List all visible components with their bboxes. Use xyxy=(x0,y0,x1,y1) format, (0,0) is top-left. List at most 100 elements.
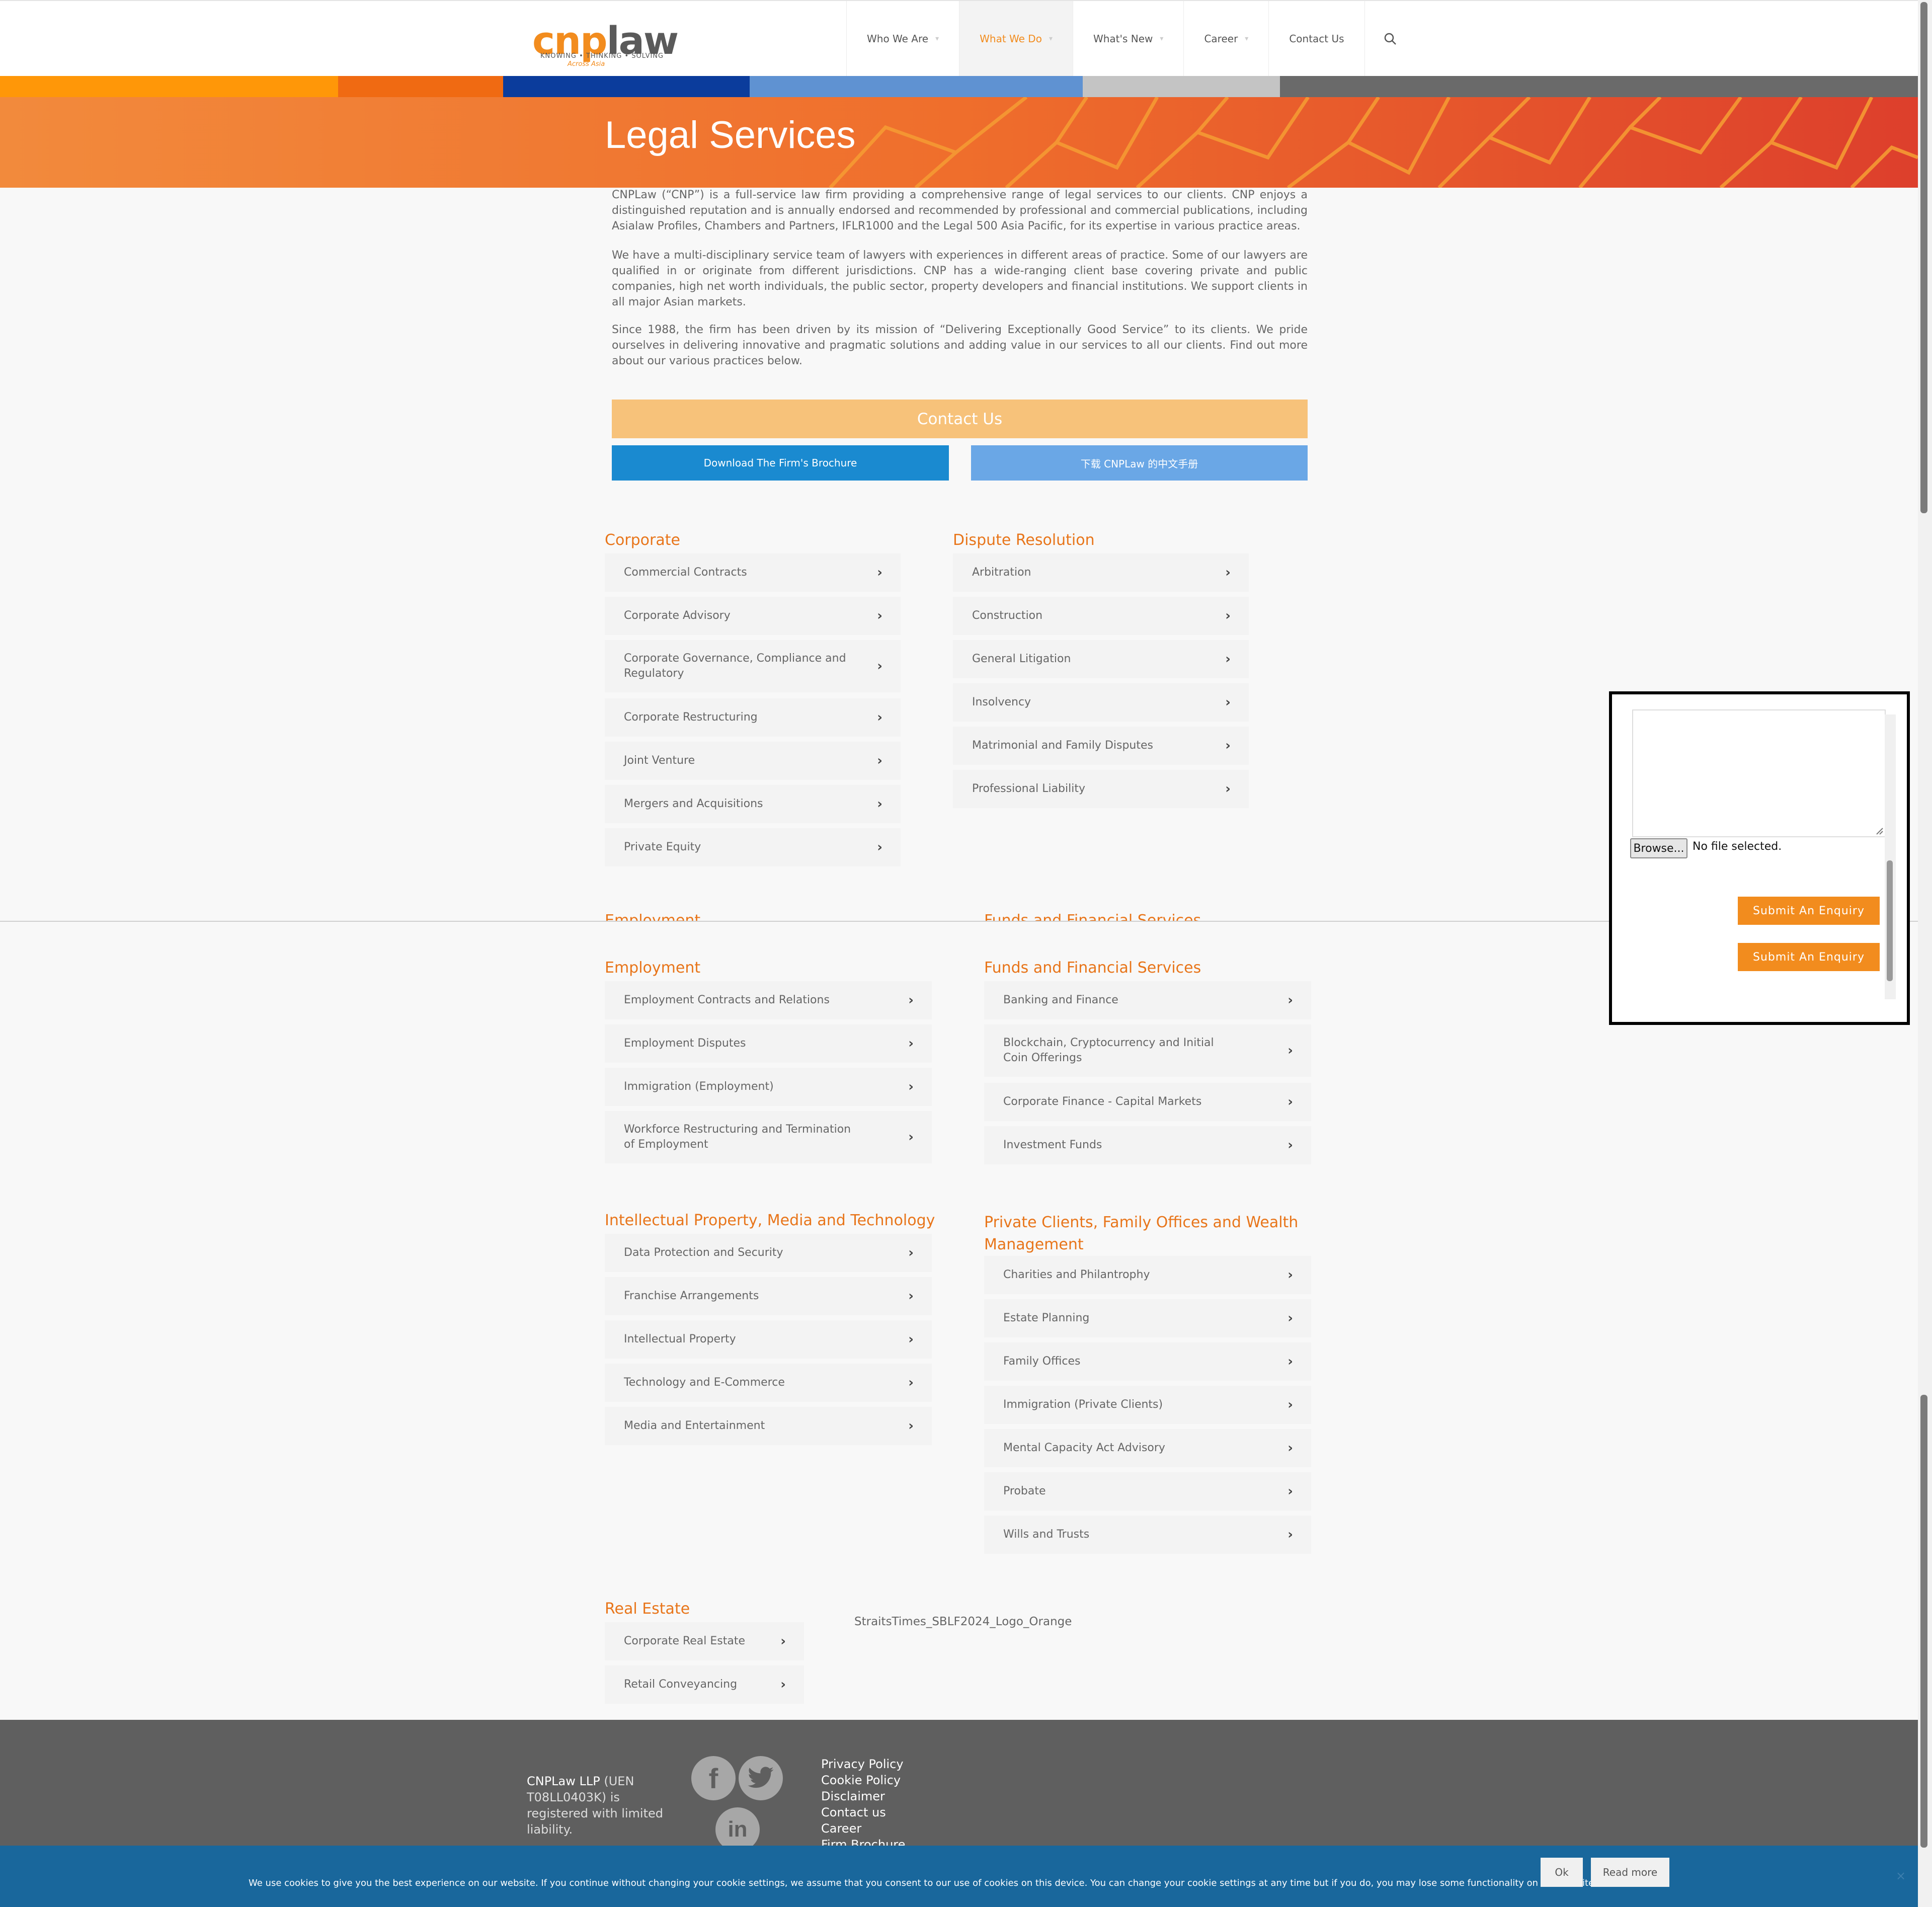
submit-enquiry-button-duplicate[interactable]: Submit An Enquiry xyxy=(1738,943,1880,971)
section-title-funds: Funds and Financial Services xyxy=(984,959,1201,977)
chevron-right-icon: › xyxy=(877,608,882,623)
linkedin-icon[interactable]: in xyxy=(715,1807,760,1852)
practice-item[interactable]: Workforce Restructuring and Termination … xyxy=(605,1111,932,1163)
practice-label: Wills and Trusts xyxy=(1003,1528,1090,1541)
practice-item[interactable]: Corporate Finance - Capital Markets › xyxy=(984,1083,1311,1121)
main-nav: Who We Are ▾ What We Do ▾ What's New ▾ Care… xyxy=(846,1,1415,76)
popup-scrollbar-thumb[interactable] xyxy=(1887,860,1893,981)
practice-item[interactable]: Banking and Finance › xyxy=(984,981,1311,1019)
color-stripe-4 xyxy=(750,76,1083,97)
practice-item[interactable]: Data Protection and Security › xyxy=(605,1234,932,1272)
chevron-right-icon: › xyxy=(908,1036,914,1051)
practice-item[interactable]: Joint Venture › xyxy=(605,742,901,780)
nav-career[interactable]: Career ▾ xyxy=(1183,1,1268,76)
page-scrollbar-thumb-upper[interactable] xyxy=(1920,2,1927,513)
intro-paragraph-2: We have a multi-disciplinary service tea… xyxy=(612,249,1308,308)
page-scrollbar-thumb-lower[interactable] xyxy=(1920,1395,1927,1848)
practice-item[interactable]: Media and Entertainment › xyxy=(605,1407,932,1445)
practice-item[interactable]: Commercial Contracts › xyxy=(605,553,901,592)
practice-item[interactable]: Family Offices › xyxy=(984,1342,1311,1381)
search-button[interactable] xyxy=(1364,1,1415,76)
cookie-read-more-button[interactable]: Read more xyxy=(1591,1858,1669,1887)
ghost-title-funds: Funds and Financial Services xyxy=(984,912,1201,921)
practice-item[interactable]: Franchise Arrangements › xyxy=(605,1277,932,1315)
chevron-right-icon: › xyxy=(877,565,882,580)
practice-item[interactable]: Immigration (Employment) › xyxy=(605,1068,932,1106)
practice-item[interactable]: Blockchain, Cryptocurrency and Initial C… xyxy=(984,1024,1311,1077)
footer-link-contact-us[interactable]: Contact us xyxy=(821,1804,905,1820)
close-icon[interactable]: × xyxy=(1896,1869,1906,1883)
practice-item[interactable]: Intellectual Property › xyxy=(605,1320,932,1359)
practice-item[interactable]: Professional Liability › xyxy=(953,770,1249,808)
twitter-icon[interactable] xyxy=(739,1756,783,1800)
practice-item[interactable]: Mergers and Acquisitions › xyxy=(605,785,901,823)
nav-label: Contact Us xyxy=(1289,33,1344,45)
color-stripe-2 xyxy=(338,76,503,97)
practice-item[interactable]: Charities and Philantrophy › xyxy=(984,1256,1311,1294)
practice-item[interactable]: Employment Disputes › xyxy=(605,1024,932,1063)
submit-enquiry-button[interactable]: Submit An Enquiry xyxy=(1738,897,1880,925)
download-brochure-button[interactable]: Download The Firm's Brochure xyxy=(612,445,949,481)
color-stripe-1 xyxy=(0,76,338,97)
practice-item[interactable]: Technology and E-Commerce › xyxy=(605,1364,932,1402)
nav-who-we-are[interactable]: Who We Are ▾ xyxy=(846,1,959,76)
chevron-right-icon: › xyxy=(780,1677,786,1692)
practice-item[interactable]: General Litigation › xyxy=(953,640,1249,678)
nav-whats-new[interactable]: What's New ▾ xyxy=(1072,1,1183,76)
facebook-icon[interactable]: f xyxy=(691,1756,736,1800)
practice-item[interactable]: Immigration (Private Clients) › xyxy=(984,1386,1311,1424)
download-chinese-brochure-button[interactable]: 下载 CNPLaw 的中文手册 xyxy=(971,445,1308,481)
cookie-ok-button[interactable]: Ok xyxy=(1541,1858,1583,1887)
practice-item[interactable]: Construction › xyxy=(953,597,1249,635)
chevron-right-icon: › xyxy=(1225,738,1231,753)
contact-us-button[interactable]: Contact Us xyxy=(612,400,1308,438)
practice-item[interactable]: Probate › xyxy=(984,1472,1311,1511)
section-title-real-estate: Real Estate xyxy=(605,1600,690,1618)
practice-label: Technology and E-Commerce xyxy=(624,1376,785,1389)
file-status-text: No file selected. xyxy=(1693,840,1782,853)
practice-item[interactable]: Insolvency › xyxy=(953,683,1249,722)
practice-item[interactable]: Corporate Restructuring › xyxy=(605,698,901,737)
footer-link-career[interactable]: Career xyxy=(821,1820,905,1837)
footer-link-privacy-policy[interactable]: Privacy Policy xyxy=(821,1756,905,1772)
practice-item[interactable]: Corporate Real Estate › xyxy=(605,1622,804,1660)
practice-item[interactable]: Private Equity › xyxy=(605,828,901,866)
chevron-down-icon: ▾ xyxy=(1160,35,1164,43)
practice-label: Immigration (Private Clients) xyxy=(1003,1398,1163,1411)
practice-label: Commercial Contracts xyxy=(624,566,747,579)
chevron-right-icon: › xyxy=(908,1245,914,1260)
practice-item[interactable]: Mental Capacity Act Advisory › xyxy=(984,1429,1311,1467)
footer-company-info: CNPLaw LLP (UEN T08LL0403K) is registere… xyxy=(527,1773,668,1838)
practice-item[interactable]: Corporate Governance, Compliance and Reg… xyxy=(605,640,901,692)
practice-label: Corporate Real Estate xyxy=(624,1635,746,1647)
practice-item[interactable]: Arbitration › xyxy=(953,553,1249,592)
practice-label: Joint Venture xyxy=(624,754,695,767)
nav-what-we-do[interactable]: What We Do ▾ xyxy=(959,1,1073,76)
section-title-private-clients: Private Clients, Family Offices and Weal… xyxy=(984,1214,1299,1253)
practice-item[interactable]: Estate Planning › xyxy=(984,1299,1311,1337)
chevron-right-icon: › xyxy=(908,1289,914,1304)
practice-item[interactable]: Investment Funds › xyxy=(984,1126,1311,1164)
section-title-ip: Intellectual Property, Media and Technol… xyxy=(605,1212,935,1229)
enquiry-message-textarea[interactable] xyxy=(1632,709,1886,837)
chevron-right-icon: › xyxy=(780,1634,786,1649)
practice-item[interactable]: Retail Conveyancing › xyxy=(605,1665,804,1704)
chevron-right-icon: › xyxy=(908,1079,914,1094)
practice-item[interactable]: Employment Contracts and Relations › xyxy=(605,981,932,1019)
chevron-right-icon: › xyxy=(1225,608,1231,623)
practice-item[interactable]: Wills and Trusts › xyxy=(984,1516,1311,1554)
chevron-right-icon: › xyxy=(1287,1267,1293,1283)
practice-label: Retail Conveyancing xyxy=(624,1678,738,1691)
cnplaw-logo[interactable]: cnplaw KNOWING • THINKING • SOLVING Acro… xyxy=(532,18,679,68)
footer-link-firm-brochure[interactable]: Firm Brochure xyxy=(821,1837,905,1847)
practice-label: Mental Capacity Act Advisory xyxy=(1003,1442,1165,1454)
browse-file-button[interactable]: Browse... xyxy=(1630,838,1687,858)
practice-item[interactable]: Matrimonial and Family Disputes › xyxy=(953,727,1249,765)
chevron-right-icon: › xyxy=(877,840,882,855)
nav-contact-us[interactable]: Contact Us xyxy=(1268,1,1364,76)
practice-item[interactable]: Corporate Advisory › xyxy=(605,597,901,635)
footer-link-cookie-policy[interactable]: Cookie Policy xyxy=(821,1772,905,1788)
chevron-down-icon: ▾ xyxy=(935,35,939,43)
footer-link-disclaimer[interactable]: Disclaimer xyxy=(821,1788,905,1804)
chevron-right-icon: › xyxy=(877,753,882,768)
